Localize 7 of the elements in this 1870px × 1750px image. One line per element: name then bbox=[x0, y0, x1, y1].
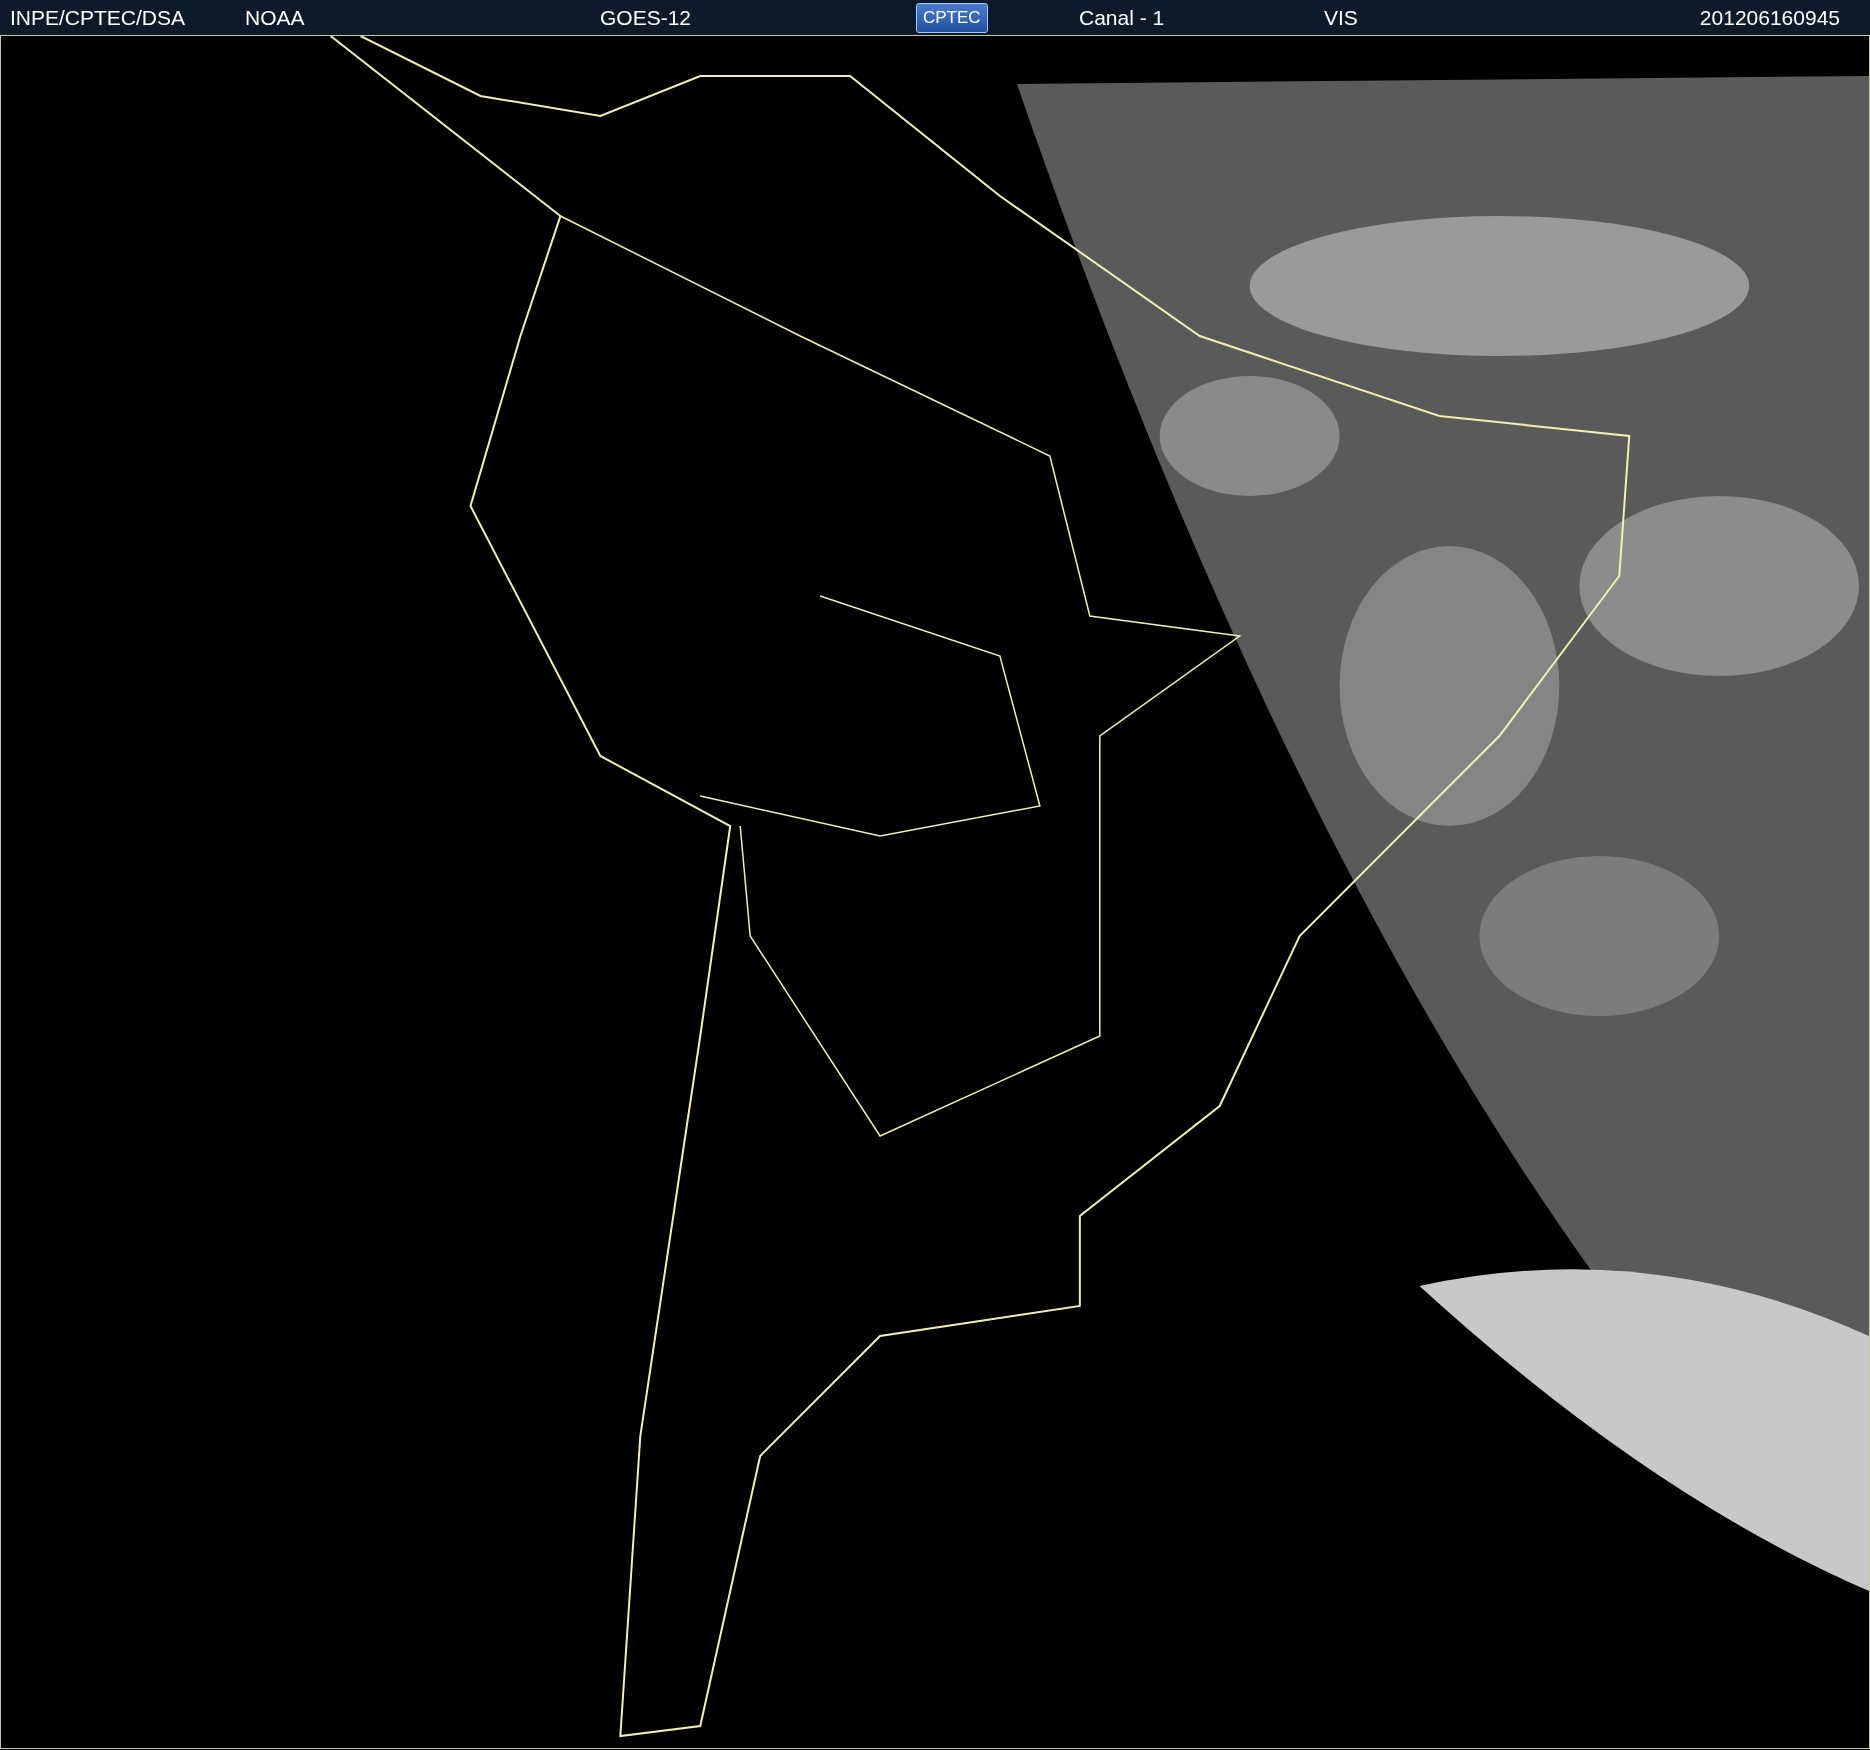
satellite-label: GOES-12 bbox=[600, 5, 692, 30]
channel-label: Canal - 1 bbox=[1079, 5, 1165, 30]
timestamp-label: 201206160945 bbox=[1699, 5, 1840, 30]
band-label: VIS bbox=[1324, 5, 1358, 30]
agency-label: NOAA bbox=[245, 5, 305, 30]
logo: CPTEC bbox=[916, 2, 988, 33]
source-label: INPE/CPTEC/DSA bbox=[10, 5, 186, 30]
